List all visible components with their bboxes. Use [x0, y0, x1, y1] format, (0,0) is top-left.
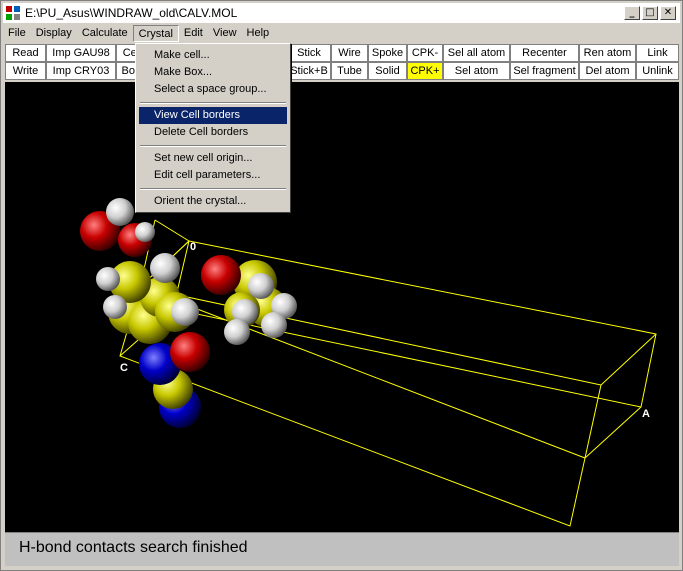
cpk-plus-button[interactable]: CPK+	[407, 62, 443, 80]
read-button[interactable]: Read	[5, 44, 46, 62]
toolbar-row-2: Write Imp CRY03 Box Stick+B Tube Solid C…	[3, 62, 680, 80]
close-button[interactable]: ✕	[660, 6, 676, 20]
link-button[interactable]: Link	[636, 44, 679, 62]
make-cell-item[interactable]: Make cell...	[139, 47, 287, 64]
oxygen-atom[interactable]	[170, 332, 210, 372]
molecule-right[interactable]	[201, 255, 297, 345]
edit-cell-parameters-item[interactable]: Edit cell parameters...	[139, 167, 287, 184]
set-cell-origin-item[interactable]: Set new cell origin...	[139, 150, 287, 167]
menu-display[interactable]: Display	[31, 25, 77, 42]
ren-atom-button[interactable]: Ren atom	[579, 44, 636, 62]
hydrogen-atom[interactable]	[150, 253, 180, 283]
hydrogen-atom[interactable]	[171, 298, 199, 326]
hydrogen-atom[interactable]	[106, 198, 134, 226]
stick-b-button[interactable]: Stick+B	[287, 62, 331, 80]
hydrogen-atom[interactable]	[261, 312, 287, 338]
cpk-minus-button[interactable]: CPK-	[407, 44, 443, 62]
status-text: H-bond contacts search finished	[19, 539, 248, 556]
c-axis-label: C	[120, 362, 128, 374]
sel-atom-button[interactable]: Sel atom	[443, 62, 510, 80]
toolbar: Read Imp GAU98 Cel Stick Wire Spoke CPK-…	[3, 44, 680, 80]
main-window: E:\PU_Asus\WINDRAW_old\CALV.MOL _ □ ✕ Fi…	[0, 0, 683, 571]
menu-view[interactable]: View	[208, 25, 242, 42]
imp-cry03-button[interactable]: Imp CRY03	[46, 62, 116, 80]
menu-separator	[140, 145, 286, 147]
hydrogen-atom[interactable]	[103, 295, 127, 319]
maximize-button[interactable]: □	[642, 6, 658, 20]
hydrogen-atom[interactable]	[248, 273, 274, 299]
delete-cell-borders-item[interactable]: Delete Cell borders	[139, 124, 287, 141]
solid-button[interactable]: Solid	[368, 62, 407, 80]
status-bar: H-bond contacts search finished	[5, 532, 679, 566]
menu-separator	[140, 188, 286, 190]
app-icon	[6, 6, 20, 20]
a-axis-label: A	[642, 408, 650, 420]
write-button[interactable]: Write	[5, 62, 46, 80]
menu-separator	[140, 102, 286, 104]
unlink-button[interactable]: Unlink	[636, 62, 679, 80]
orient-crystal-item[interactable]: Orient the crystal...	[139, 193, 287, 210]
cell-borders	[119, 219, 657, 527]
view-cell-borders-item[interactable]: View Cell borders	[139, 107, 287, 124]
menu-edit[interactable]: Edit	[179, 25, 208, 42]
toolbar-row-1: Read Imp GAU98 Cel Stick Wire Spoke CPK-…	[3, 44, 680, 62]
hydrogen-atom[interactable]	[135, 222, 155, 242]
minimize-button[interactable]: _	[624, 6, 640, 20]
molecule-scene[interactable]: 0 C A	[5, 82, 679, 532]
menu-help[interactable]: Help	[242, 25, 275, 42]
window-title: E:\PU_Asus\WINDRAW_old\CALV.MOL	[25, 6, 238, 20]
wire-button[interactable]: Wire	[331, 44, 368, 62]
menu-calculate[interactable]: Calculate	[77, 25, 133, 42]
hydrogen-atom[interactable]	[224, 319, 250, 345]
tube-button[interactable]: Tube	[331, 62, 368, 80]
crystal-menu-dropdown: Make cell... Make Box... Select a space …	[135, 43, 291, 213]
del-atom-button[interactable]: Del atom	[579, 62, 636, 80]
spoke-button[interactable]: Spoke	[368, 44, 407, 62]
menu-crystal[interactable]: Crystal	[132, 25, 179, 42]
origin-label: 0	[190, 241, 196, 253]
oxygen-atom[interactable]	[201, 255, 241, 295]
make-box-item[interactable]: Make Box...	[139, 64, 287, 81]
sel-all-atom-button[interactable]: Sel all atom	[443, 44, 510, 62]
title-bar[interactable]: E:\PU_Asus\WINDRAW_old\CALV.MOL _ □ ✕	[3, 3, 680, 23]
molecule-left[interactable]	[80, 198, 210, 428]
hydrogen-atom[interactable]	[96, 267, 120, 291]
recenter-button[interactable]: Recenter	[510, 44, 579, 62]
select-space-group-item[interactable]: Select a space group...	[139, 81, 287, 98]
stick-button[interactable]: Stick	[287, 44, 331, 62]
sel-fragment-button[interactable]: Sel fragment	[510, 62, 579, 80]
imp-gau98-button[interactable]: Imp GAU98	[46, 44, 116, 62]
menu-bar: File Display Calculate Crystal Edit View…	[3, 24, 680, 43]
molecule-viewport[interactable]: 0 C A	[5, 82, 679, 532]
menu-file[interactable]: File	[3, 25, 31, 42]
